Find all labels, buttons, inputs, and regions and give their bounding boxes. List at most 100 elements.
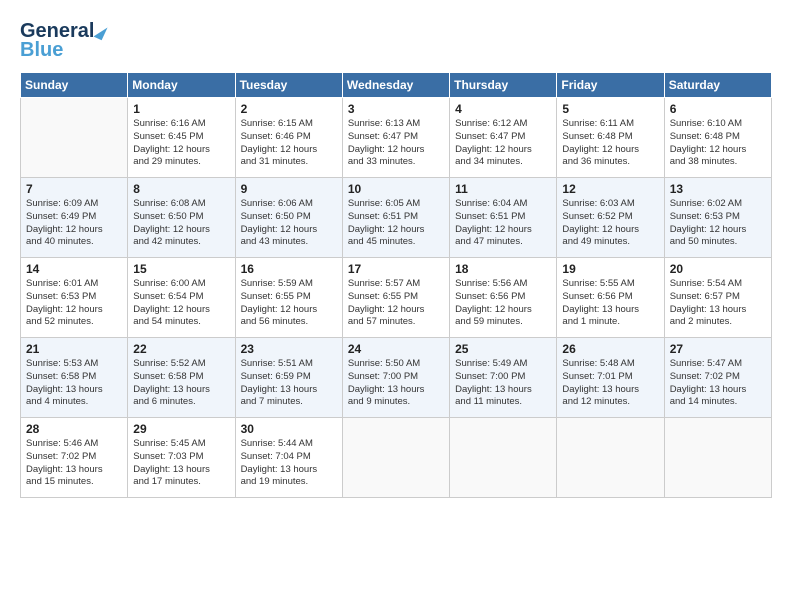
calendar-cell: 6Sunrise: 6:10 AM Sunset: 6:48 PM Daylig… [664, 98, 771, 178]
calendar-cell: 22 Sunrise: 5:52 AM Sunset: 6:58 PM Dayli… [128, 338, 235, 418]
calendar-cell: 8 Sunrise: 6:08 AM Sunset: 6:50 PM Daylig… [128, 178, 235, 258]
calendar-cell: 7 Sunrise: 6:09 AM Sunset: 6:49 PM Daylig… [21, 178, 128, 258]
day-info: Sunrise: 6:05 AM Sunset: 6:51 PM Dayligh… [348, 198, 444, 249]
calendar-week-row: 28 Sunrise: 5:46 AM Sunset: 7:02 PM Dayli… [21, 418, 772, 498]
day-info: Sunrise: 5:50 AM Sunset: 7:00 PM Dayligh… [348, 358, 444, 409]
day-info: Sunrise: 6:11 AM Sunset: 6:48 PM Dayligh… [562, 118, 658, 169]
weekday-header: Thursday [450, 73, 557, 98]
weekday-header: Saturday [664, 73, 771, 98]
day-number: 22 [133, 342, 229, 356]
day-number: 14 [26, 262, 122, 276]
calendar-week-row: 14 Sunrise: 6:01 AM Sunset: 6:53 PM Dayli… [21, 258, 772, 338]
day-info: Sunrise: 5:48 AM Sunset: 7:01 PM Dayligh… [562, 358, 658, 409]
day-number: 6 [670, 102, 766, 116]
day-info: Sunrise: 5:57 AM Sunset: 6:55 PM Dayligh… [348, 278, 444, 329]
calendar-cell: 1 Sunrise: 6:16 AM Sunset: 6:45 PM Daylig… [128, 98, 235, 178]
logo: General Blue [20, 20, 105, 62]
day-number: 28 [26, 422, 122, 436]
calendar-cell: 10 Sunrise: 6:05 AM Sunset: 6:51 PM Dayli… [342, 178, 449, 258]
header: General Blue [20, 20, 772, 62]
calendar-table: SundayMondayTuesdayWednesdayThursdayFrid… [20, 72, 772, 498]
day-number: 12 [562, 182, 658, 196]
day-number: 19 [562, 262, 658, 276]
day-number: 15 [133, 262, 229, 276]
day-number: 1 [133, 102, 229, 116]
calendar-cell: 20 Sunrise: 5:54 AM Sunset: 6:57 PM Dayli… [664, 258, 771, 338]
weekday-header: Tuesday [235, 73, 342, 98]
calendar-cell: 26 Sunrise: 5:48 AM Sunset: 7:01 PM Dayli… [557, 338, 664, 418]
calendar-cell: 17 Sunrise: 5:57 AM Sunset: 6:55 PM Dayli… [342, 258, 449, 338]
calendar-cell: 11 Sunrise: 6:04 AM Sunset: 6:51 PM Dayli… [450, 178, 557, 258]
day-info: Sunrise: 6:09 AM Sunset: 6:49 PM Dayligh… [26, 198, 122, 249]
day-info: Sunrise: 6:01 AM Sunset: 6:53 PM Dayligh… [26, 278, 122, 329]
calendar-cell: 30 Sunrise: 5:44 AM Sunset: 7:04 PM Dayli… [235, 418, 342, 498]
day-info: Sunrise: 6:12 AM Sunset: 6:47 PM Dayligh… [455, 118, 551, 169]
day-info: Sunrise: 6:06 AM Sunset: 6:50 PM Dayligh… [241, 198, 337, 249]
day-info: Sunrise: 6:02 AM Sunset: 6:53 PM Dayligh… [670, 198, 766, 249]
day-info: Sunrise: 5:56 AM Sunset: 6:56 PM Dayligh… [455, 278, 551, 329]
calendar-cell: 5Sunrise: 6:11 AM Sunset: 6:48 PM Daylig… [557, 98, 664, 178]
day-number: 25 [455, 342, 551, 356]
calendar-cell: 27Sunrise: 5:47 AM Sunset: 7:02 PM Dayli… [664, 338, 771, 418]
calendar-cell: 25 Sunrise: 5:49 AM Sunset: 7:00 PM Dayli… [450, 338, 557, 418]
day-number: 11 [455, 182, 551, 196]
day-info: Sunrise: 5:49 AM Sunset: 7:00 PM Dayligh… [455, 358, 551, 409]
day-number: 21 [26, 342, 122, 356]
day-number: 24 [348, 342, 444, 356]
calendar-cell: 13 Sunrise: 6:02 AM Sunset: 6:53 PM Dayli… [664, 178, 771, 258]
day-info: Sunrise: 5:52 AM Sunset: 6:58 PM Dayligh… [133, 358, 229, 409]
calendar-cell [21, 98, 128, 178]
day-info: Sunrise: 5:53 AM Sunset: 6:58 PM Dayligh… [26, 358, 122, 409]
day-info: Sunrise: 5:47 AM Sunset: 7:02 PM Dayligh… [670, 358, 766, 409]
day-info: Sunrise: 6:00 AM Sunset: 6:54 PM Dayligh… [133, 278, 229, 329]
calendar-cell [342, 418, 449, 498]
calendar-cell: 15 Sunrise: 6:00 AM Sunset: 6:54 PM Dayli… [128, 258, 235, 338]
calendar-week-row: 21 Sunrise: 5:53 AM Sunset: 6:58 PM Dayli… [21, 338, 772, 418]
day-number: 10 [348, 182, 444, 196]
calendar-cell: 9 Sunrise: 6:06 AM Sunset: 6:50 PM Daylig… [235, 178, 342, 258]
day-number: 30 [241, 422, 337, 436]
logo-arrow-icon [94, 23, 108, 39]
calendar-cell: 21 Sunrise: 5:53 AM Sunset: 6:58 PM Dayli… [21, 338, 128, 418]
calendar-header-row: SundayMondayTuesdayWednesdayThursdayFrid… [21, 73, 772, 98]
logo-blue: Blue [20, 39, 63, 62]
day-info: Sunrise: 5:55 AM Sunset: 6:56 PM Dayligh… [562, 278, 658, 329]
calendar-cell: 24 Sunrise: 5:50 AM Sunset: 7:00 PM Dayli… [342, 338, 449, 418]
day-number: 13 [670, 182, 766, 196]
day-number: 18 [455, 262, 551, 276]
calendar-cell: 2 Sunrise: 6:15 AM Sunset: 6:46 PM Daylig… [235, 98, 342, 178]
day-info: Sunrise: 6:13 AM Sunset: 6:47 PM Dayligh… [348, 118, 444, 169]
day-number: 2 [241, 102, 337, 116]
day-info: Sunrise: 5:51 AM Sunset: 6:59 PM Dayligh… [241, 358, 337, 409]
calendar-cell: 18 Sunrise: 5:56 AM Sunset: 6:56 PM Dayli… [450, 258, 557, 338]
day-info: Sunrise: 5:45 AM Sunset: 7:03 PM Dayligh… [133, 438, 229, 489]
day-number: 8 [133, 182, 229, 196]
day-info: Sunrise: 6:16 AM Sunset: 6:45 PM Dayligh… [133, 118, 229, 169]
calendar-cell: 16Sunrise: 5:59 AM Sunset: 6:55 PM Dayli… [235, 258, 342, 338]
day-number: 20 [670, 262, 766, 276]
calendar-cell: 3Sunrise: 6:13 AM Sunset: 6:47 PM Daylig… [342, 98, 449, 178]
day-number: 17 [348, 262, 444, 276]
day-info: Sunrise: 6:03 AM Sunset: 6:52 PM Dayligh… [562, 198, 658, 249]
calendar-cell [557, 418, 664, 498]
weekday-header: Wednesday [342, 73, 449, 98]
day-info: Sunrise: 6:08 AM Sunset: 6:50 PM Dayligh… [133, 198, 229, 249]
day-number: 7 [26, 182, 122, 196]
weekday-header: Monday [128, 73, 235, 98]
day-info: Sunrise: 6:04 AM Sunset: 6:51 PM Dayligh… [455, 198, 551, 249]
day-info: Sunrise: 6:15 AM Sunset: 6:46 PM Dayligh… [241, 118, 337, 169]
page: General Blue SundayMondayTuesdayWednesda… [0, 0, 792, 612]
calendar-cell [664, 418, 771, 498]
day-info: Sunrise: 5:44 AM Sunset: 7:04 PM Dayligh… [241, 438, 337, 489]
calendar-cell: 29Sunrise: 5:45 AM Sunset: 7:03 PM Dayli… [128, 418, 235, 498]
day-info: Sunrise: 5:54 AM Sunset: 6:57 PM Dayligh… [670, 278, 766, 329]
weekday-header: Friday [557, 73, 664, 98]
day-number: 26 [562, 342, 658, 356]
day-info: Sunrise: 5:46 AM Sunset: 7:02 PM Dayligh… [26, 438, 122, 489]
day-number: 9 [241, 182, 337, 196]
calendar-week-row: 7 Sunrise: 6:09 AM Sunset: 6:49 PM Daylig… [21, 178, 772, 258]
calendar-cell: 28 Sunrise: 5:46 AM Sunset: 7:02 PM Dayli… [21, 418, 128, 498]
calendar-cell [450, 418, 557, 498]
day-info: Sunrise: 5:59 AM Sunset: 6:55 PM Dayligh… [241, 278, 337, 329]
calendar-cell: 14 Sunrise: 6:01 AM Sunset: 6:53 PM Dayli… [21, 258, 128, 338]
